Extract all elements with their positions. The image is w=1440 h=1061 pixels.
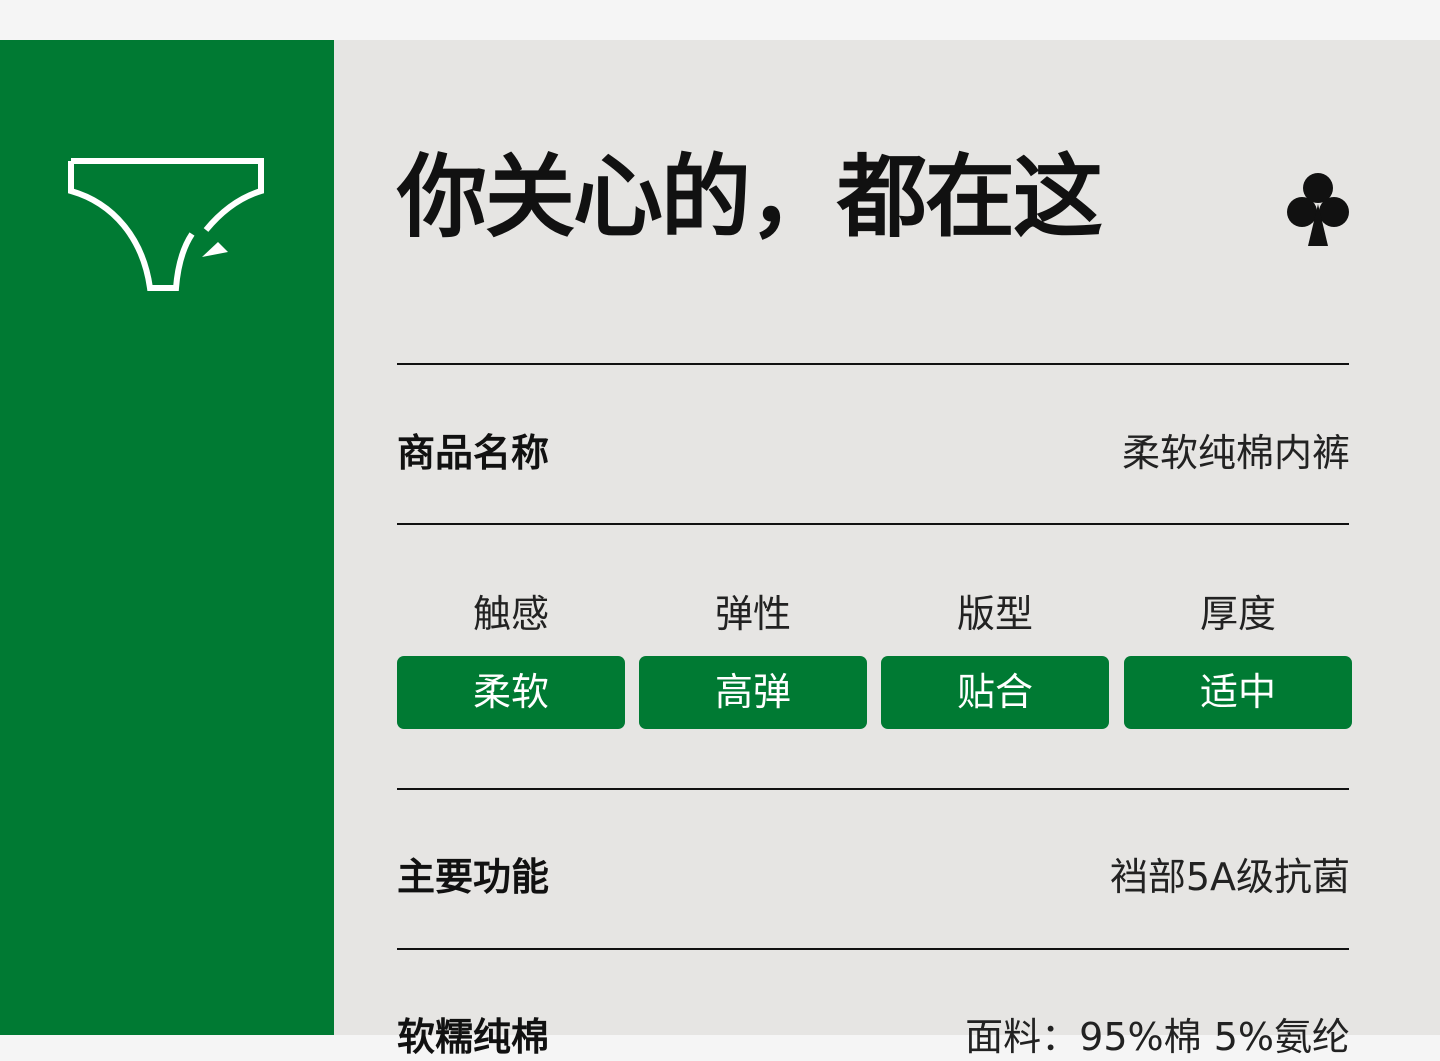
attr-label-fit: 版型 xyxy=(956,592,1033,636)
page-title: 你关心的，都在这 xyxy=(397,145,1103,250)
material-label: 软糯纯棉 xyxy=(397,1015,550,1059)
divider xyxy=(397,363,1349,365)
attr-label-touch: 触感 xyxy=(472,592,549,636)
product-name-label: 商品名称 xyxy=(397,431,550,475)
attr-pill-fit: 贴合 xyxy=(881,656,1109,729)
attr-label-elasticity: 弹性 xyxy=(714,592,791,636)
material-value: 面料：95%棉 5%氨纶 xyxy=(965,1015,1350,1059)
sidebar xyxy=(0,40,334,1035)
attr-pill-thickness: 适中 xyxy=(1124,656,1352,729)
main-function-label: 主要功能 xyxy=(397,855,550,899)
attr-pill-elasticity: 高弹 xyxy=(639,656,867,729)
underwear-arrow-icon xyxy=(68,158,264,291)
divider xyxy=(397,523,1349,525)
main-function-value: 裆部5A级抗菌 xyxy=(1109,855,1350,899)
divider xyxy=(397,788,1349,790)
divider xyxy=(397,948,1349,950)
product-name-value: 柔软纯棉内裤 xyxy=(1121,431,1350,475)
attr-pill-touch: 柔软 xyxy=(397,656,625,729)
info-panel: 你关心的，都在这 商品名称 柔软纯棉内裤 触感 弹性 版型 厚度 柔软 高弹 贴… xyxy=(334,40,1440,1059)
attr-label-thickness: 厚度 xyxy=(1199,592,1276,636)
top-strip xyxy=(0,0,1440,40)
club-suit-icon xyxy=(1287,173,1349,246)
